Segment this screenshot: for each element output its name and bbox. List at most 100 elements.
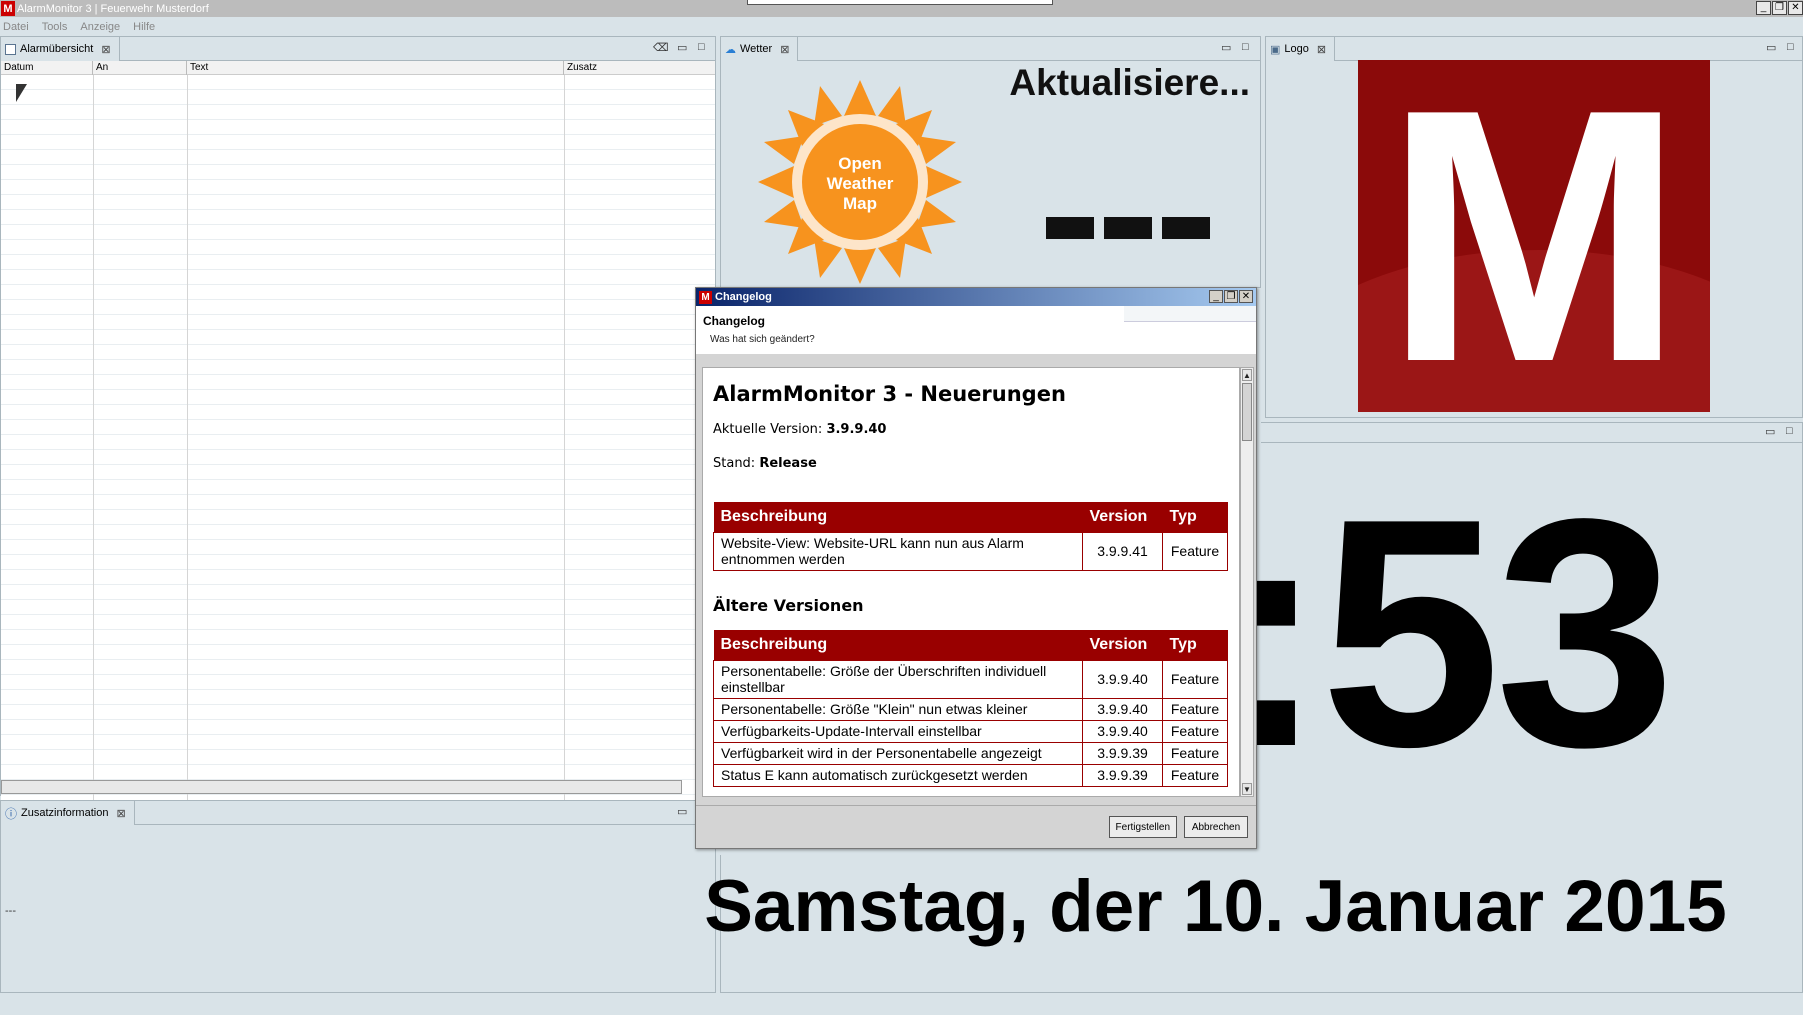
alarm-table-header: Datum An Text Zusatz bbox=[1, 61, 715, 75]
row-type: Feature bbox=[1162, 531, 1228, 571]
changelog-content[interactable]: AlarmMonitor 3 - Neuerungen Aktuelle Ver… bbox=[702, 367, 1240, 797]
minimize-panel-icon[interactable]: ▭ bbox=[677, 805, 687, 818]
titlebar-input[interactable] bbox=[747, 0, 1053, 5]
dialog-button-bar: Fertigstellen Abbrechen bbox=[1108, 816, 1248, 838]
finish-button[interactable]: Fertigstellen bbox=[1108, 816, 1177, 838]
table-header-row: Beschreibung Version Typ bbox=[713, 630, 1228, 660]
table-icon bbox=[5, 43, 16, 55]
scroll-down-icon[interactable]: ▼ bbox=[1242, 783, 1252, 795]
dialog-close-button[interactable]: ✕ bbox=[1239, 290, 1253, 303]
zusatz-panel-tabbar: ⓘ Zusatzinformation ⊠ ▭ bbox=[1, 801, 715, 825]
row-type: Feature bbox=[1162, 697, 1228, 721]
current-changes-table: Beschreibung Version Typ Website-View: W… bbox=[713, 502, 1228, 571]
alarm-table-body[interactable] bbox=[1, 75, 715, 817]
maximize-panel-icon[interactable]: □ bbox=[1242, 41, 1249, 53]
tab-logo[interactable]: ▣ Logo ⊠ bbox=[1266, 37, 1336, 61]
minimize-panel-icon[interactable]: ▭ bbox=[677, 41, 687, 54]
close-icon[interactable]: ⊠ bbox=[1317, 43, 1326, 56]
temperature-placeholder bbox=[1046, 217, 1210, 239]
column-header-datum[interactable]: Datum bbox=[1, 61, 93, 75]
table-row: Verfügbarkeits-Update-Intervall einstell… bbox=[713, 719, 1228, 743]
stand-line: Stand: Release bbox=[713, 456, 817, 471]
row-version: 3.9.9.39 bbox=[1082, 763, 1163, 787]
column-divider bbox=[93, 75, 94, 817]
maximize-panel-icon[interactable]: □ bbox=[1787, 41, 1794, 53]
info-icon: ⓘ bbox=[5, 806, 18, 821]
column-header-zusatz[interactable]: Zusatz bbox=[564, 61, 715, 75]
stand-label: Stand: bbox=[713, 456, 756, 471]
close-icon[interactable]: ⊠ bbox=[780, 43, 789, 56]
scrollbar-thumb[interactable] bbox=[1242, 383, 1252, 441]
restore-button[interactable]: ❐ bbox=[1772, 1, 1787, 15]
close-button[interactable]: ✕ bbox=[1788, 1, 1803, 15]
window-controls: _ ❐ ✕ bbox=[1755, 1, 1803, 15]
scroll-up-icon[interactable]: ▲ bbox=[1242, 369, 1252, 381]
row-version: 3.9.9.39 bbox=[1082, 741, 1163, 765]
column-header-typ: Typ bbox=[1162, 502, 1228, 532]
dialog-header-title: Changelog bbox=[703, 314, 765, 328]
row-version: 3.9.9.40 bbox=[1082, 719, 1163, 743]
menu-anzeige[interactable]: Anzeige bbox=[80, 21, 120, 33]
column-divider bbox=[564, 75, 565, 817]
row-type: Feature bbox=[1162, 719, 1228, 743]
version-value: 3.9.9.40 bbox=[826, 422, 887, 437]
changelog-scrollbar[interactable]: ▲ ▼ bbox=[1240, 367, 1254, 797]
column-header-an[interactable]: An bbox=[93, 61, 187, 75]
close-icon[interactable]: ⊠ bbox=[116, 807, 125, 820]
tab-alarmuebersicht[interactable]: Alarmübersicht ⊠ bbox=[1, 37, 120, 61]
minimize-button[interactable]: _ bbox=[1756, 1, 1771, 15]
row-description: Verfügbarkeits-Update-Intervall einstell… bbox=[713, 719, 1083, 743]
dialog-minimize-button[interactable]: _ bbox=[1209, 290, 1223, 303]
minimize-panel-icon[interactable]: ▭ bbox=[1766, 41, 1776, 54]
current-version-line: Aktuelle Version: 3.9.9.40 bbox=[713, 422, 886, 437]
zusatz-content: --- bbox=[5, 905, 16, 917]
tab-wetter-label: Wetter bbox=[740, 43, 773, 55]
dialog-titlebar[interactable]: M Changelog _ ❐ ✕ bbox=[696, 288, 1256, 306]
maximize-panel-icon[interactable]: □ bbox=[698, 41, 705, 53]
placeholder-dash bbox=[1046, 217, 1094, 239]
dialog-separator bbox=[696, 805, 1256, 806]
row-description: Personentabelle: Größe "Klein" nun etwas… bbox=[713, 697, 1083, 721]
menu-bar: Datei Tools Anzeige Hilfe bbox=[0, 17, 1803, 36]
column-header-version: Version bbox=[1082, 630, 1163, 660]
table-header-row: Beschreibung Version Typ bbox=[713, 502, 1228, 532]
logo-line-map: Map bbox=[843, 194, 877, 213]
maximize-panel-icon[interactable]: □ bbox=[1786, 425, 1793, 437]
row-version: 3.9.9.41 bbox=[1082, 531, 1163, 571]
window-title: AlarmMonitor 3 | Feuerwehr Musterdorf bbox=[17, 2, 209, 15]
menu-hilfe[interactable]: Hilfe bbox=[133, 21, 155, 33]
row-description: Personentabelle: Größe der Überschriften… bbox=[713, 659, 1083, 699]
older-changes-table: Beschreibung Version Typ Personentabelle… bbox=[713, 630, 1228, 787]
column-header-version: Version bbox=[1082, 502, 1163, 532]
minimize-panel-icon[interactable]: ▭ bbox=[1221, 41, 1231, 54]
fire-department-logo: M bbox=[1358, 60, 1710, 412]
app-logo-icon: M bbox=[1, 1, 15, 16]
openweathermap-logo-text: Open Weather Map bbox=[802, 154, 918, 214]
changelog-dialog: M Changelog _ ❐ ✕ Changelog Was hat sich… bbox=[695, 287, 1257, 849]
row-type: Feature bbox=[1162, 741, 1228, 765]
image-tab-icon: ▣ bbox=[1270, 43, 1281, 56]
clear-icon[interactable]: ⌫ bbox=[653, 41, 669, 54]
minimize-panel-icon[interactable]: ▭ bbox=[1765, 425, 1775, 438]
logo-panel: ▣ Logo ⊠ ▭ □ M bbox=[1265, 36, 1803, 418]
table-row: Personentabelle: Größe der Überschriften… bbox=[713, 659, 1228, 699]
close-icon[interactable]: ⊠ bbox=[101, 43, 110, 56]
column-header-text[interactable]: Text bbox=[187, 61, 564, 75]
weather-status-title: Aktualisiere... bbox=[1009, 62, 1250, 103]
changelog-heading: AlarmMonitor 3 - Neuerungen bbox=[713, 382, 1066, 406]
logo-line-weather: Weather bbox=[826, 174, 894, 193]
dialog-maximize-button[interactable]: ❐ bbox=[1224, 290, 1238, 303]
cancel-button[interactable]: Abbrechen bbox=[1184, 816, 1248, 838]
menu-tools[interactable]: Tools bbox=[42, 21, 68, 33]
tab-zusatzinformation[interactable]: ⓘ Zusatzinformation ⊠ bbox=[1, 801, 135, 825]
horizontal-scrollbar[interactable] bbox=[1, 780, 682, 794]
tab-wetter[interactable]: ☁ Wetter ⊠ bbox=[721, 37, 799, 61]
menu-datei[interactable]: Datei bbox=[3, 21, 29, 33]
row-type: Feature bbox=[1162, 763, 1228, 787]
row-version: 3.9.9.40 bbox=[1082, 697, 1163, 721]
dialog-controls: _ ❐ ✕ bbox=[1208, 290, 1253, 303]
dialog-title: Changelog bbox=[715, 291, 772, 303]
row-type: Feature bbox=[1162, 659, 1228, 699]
row-version: 3.9.9.40 bbox=[1082, 659, 1163, 699]
table-row: Personentabelle: Größe "Klein" nun etwas… bbox=[713, 697, 1228, 721]
